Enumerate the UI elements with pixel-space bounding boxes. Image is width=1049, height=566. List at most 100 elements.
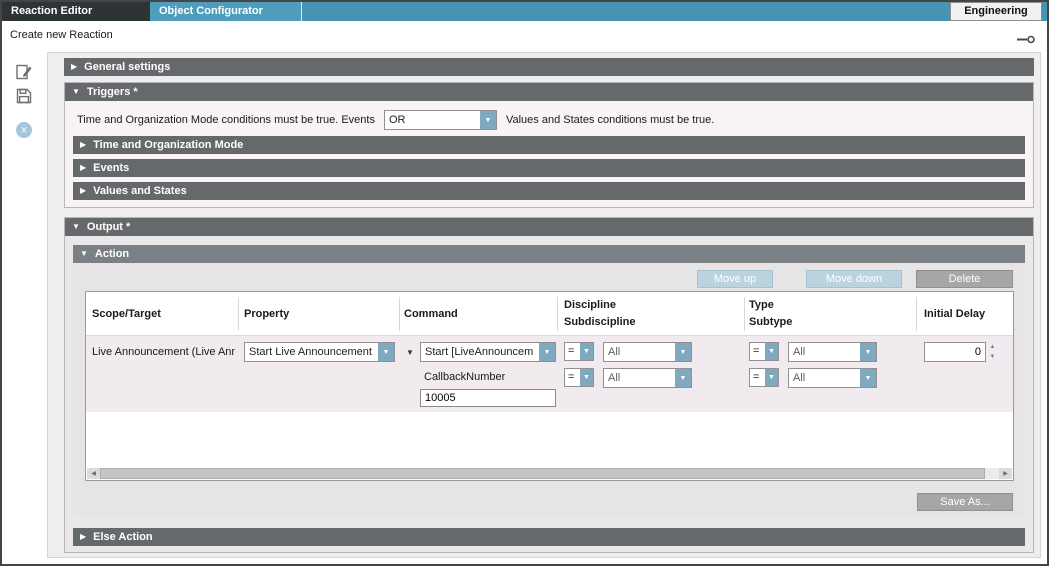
initial-delay-input[interactable]	[924, 342, 986, 362]
column-separator	[744, 297, 745, 331]
events-operator-dropdown[interactable]: OR ▼	[384, 110, 497, 130]
section-general-settings-label: General settings	[84, 61, 170, 73]
column-header-command: Command	[404, 308, 458, 320]
trigger-condition-text-after: Values and States conditions must be tru…	[506, 114, 714, 126]
discipline-operator-value: =	[568, 343, 580, 360]
delete-button[interactable]: Delete	[916, 270, 1013, 288]
column-separator	[557, 297, 558, 331]
property-dropdown-value: Start Live Announcement	[249, 343, 376, 361]
scope-target-cell: Live Announcement (Live Anno	[92, 346, 235, 358]
output-section: ▼ Output * ▼ Action Move up Move down De…	[64, 217, 1034, 553]
scrollbar-thumb[interactable]	[100, 468, 985, 479]
column-header-property: Property	[244, 308, 289, 320]
expanded-arrow-icon: ▼	[80, 250, 88, 258]
column-header-scope-target: Scope/Target	[92, 308, 161, 320]
chevron-down-icon[interactable]: ▼	[765, 369, 778, 386]
main-panel: ▶ General settings ▼ Triggers * Time and…	[47, 52, 1041, 558]
column-header-type: Type	[749, 299, 774, 311]
column-header-discipline: Discipline	[564, 299, 616, 311]
collapsed-arrow-icon: ▶	[80, 141, 86, 149]
tab-reaction-editor[interactable]: Reaction Editor	[2, 2, 150, 21]
cancel-icon[interactable]: ✕	[16, 122, 32, 138]
callback-number-label: CallbackNumber	[424, 371, 505, 383]
expanded-arrow-icon: ▼	[72, 88, 80, 96]
horizontal-scrollbar[interactable]: ◀ ▶	[87, 468, 1012, 479]
property-dropdown[interactable]: Start Live Announcement ▼	[244, 342, 395, 362]
section-events[interactable]: ▶ Events	[73, 159, 1025, 177]
spin-down-icon[interactable]: ▼	[987, 352, 998, 362]
subtype-value-dropdown[interactable]: All ▼	[788, 368, 877, 388]
type-value: All	[793, 343, 858, 361]
tab-engineering[interactable]: Engineering	[950, 2, 1042, 21]
reaction-editor-window: Reaction Editor Object Configurator Engi…	[0, 0, 1049, 566]
collapsed-arrow-icon: ▶	[71, 63, 77, 71]
section-time-org-mode[interactable]: ▶ Time and Organization Mode	[73, 136, 1025, 154]
discipline-operator-dropdown[interactable]: = ▼	[564, 342, 594, 361]
column-separator	[916, 297, 917, 331]
section-else-action-label: Else Action	[93, 531, 153, 543]
column-header-initial-delay: Initial Delay	[924, 308, 985, 320]
command-expander-icon[interactable]: ▼	[406, 348, 414, 357]
save-as-button[interactable]: Save As...	[917, 493, 1013, 511]
spin-up-icon[interactable]: ▲	[987, 342, 998, 352]
action-table: Scope/Target Property Command Discipline…	[85, 291, 1014, 481]
sidebar: ✕	[2, 49, 47, 564]
callback-number-input[interactable]	[420, 389, 556, 407]
type-value-dropdown[interactable]: All ▼	[788, 342, 877, 362]
section-output[interactable]: ▼ Output *	[65, 218, 1033, 236]
chevron-down-icon[interactable]: ▼	[539, 343, 555, 361]
subtype-value: All	[793, 369, 858, 387]
subtype-operator-value: =	[753, 369, 765, 386]
subdiscipline-value: All	[608, 369, 673, 387]
chevron-down-icon[interactable]: ▼	[675, 369, 691, 387]
trigger-condition-text-before: Time and Organization Mode conditions mu…	[77, 114, 375, 126]
scroll-left-icon[interactable]: ◀	[87, 468, 100, 479]
scroll-right-icon[interactable]: ▶	[999, 468, 1012, 479]
section-action-label: Action	[95, 248, 129, 260]
edit-reaction-icon[interactable]	[15, 63, 33, 81]
section-triggers[interactable]: ▼ Triggers *	[65, 83, 1033, 101]
pin-icon[interactable]	[1017, 31, 1035, 49]
chevron-down-icon[interactable]: ▼	[580, 343, 593, 360]
command-dropdown[interactable]: Start [LiveAnnouncem ▼	[420, 342, 556, 362]
initial-delay-spinner: ▲ ▼	[987, 342, 998, 362]
move-up-button[interactable]: Move up	[697, 270, 773, 288]
move-down-button[interactable]: Move down	[806, 270, 902, 288]
chevron-down-icon[interactable]: ▼	[860, 343, 876, 361]
collapsed-arrow-icon: ▶	[80, 187, 86, 195]
column-header-subtype: Subtype	[749, 316, 792, 328]
section-time-org-mode-label: Time and Organization Mode	[93, 139, 243, 151]
subtype-operator-dropdown[interactable]: = ▼	[749, 368, 779, 387]
section-output-label: Output *	[87, 221, 130, 233]
collapsed-arrow-icon: ▶	[80, 533, 86, 541]
section-else-action[interactable]: ▶ Else Action	[73, 528, 1025, 546]
save-icon[interactable]	[15, 87, 33, 105]
section-general-settings[interactable]: ▶ General settings	[64, 58, 1034, 76]
triggers-section: ▼ Triggers * Time and Organization Mode …	[64, 82, 1034, 208]
subdiscipline-operator-dropdown[interactable]: = ▼	[564, 368, 594, 387]
discipline-value-dropdown[interactable]: All ▼	[603, 342, 692, 362]
chevron-down-icon[interactable]: ▼	[480, 111, 496, 129]
toolbar: Create new Reaction	[2, 21, 1047, 49]
trigger-condition-row: Time and Organization Mode conditions mu…	[77, 110, 714, 130]
chevron-down-icon[interactable]: ▼	[378, 343, 394, 361]
subdiscipline-value-dropdown[interactable]: All ▼	[603, 368, 692, 388]
chevron-down-icon[interactable]: ▼	[580, 369, 593, 386]
section-events-label: Events	[93, 162, 129, 174]
section-values-states-label: Values and States	[93, 185, 187, 197]
type-operator-dropdown[interactable]: = ▼	[749, 342, 779, 361]
collapsed-arrow-icon: ▶	[80, 164, 86, 172]
action-content: Move up Move down Delete Scope/Target Pr…	[73, 263, 1025, 516]
command-dropdown-value: Start [LiveAnnouncem	[425, 343, 537, 361]
tab-object-configurator[interactable]: Object Configurator	[150, 2, 302, 21]
chevron-down-icon[interactable]: ▼	[675, 343, 691, 361]
page-title: Create new Reaction	[10, 21, 113, 49]
column-separator	[399, 297, 400, 331]
column-header-subdiscipline: Subdiscipline	[564, 316, 636, 328]
section-action[interactable]: ▼ Action	[73, 245, 1025, 263]
chevron-down-icon[interactable]: ▼	[765, 343, 778, 360]
section-values-states[interactable]: ▶ Values and States	[73, 182, 1025, 200]
events-operator-value: OR	[389, 111, 478, 129]
chevron-down-icon[interactable]: ▼	[860, 369, 876, 387]
subdiscipline-operator-value: =	[568, 369, 580, 386]
